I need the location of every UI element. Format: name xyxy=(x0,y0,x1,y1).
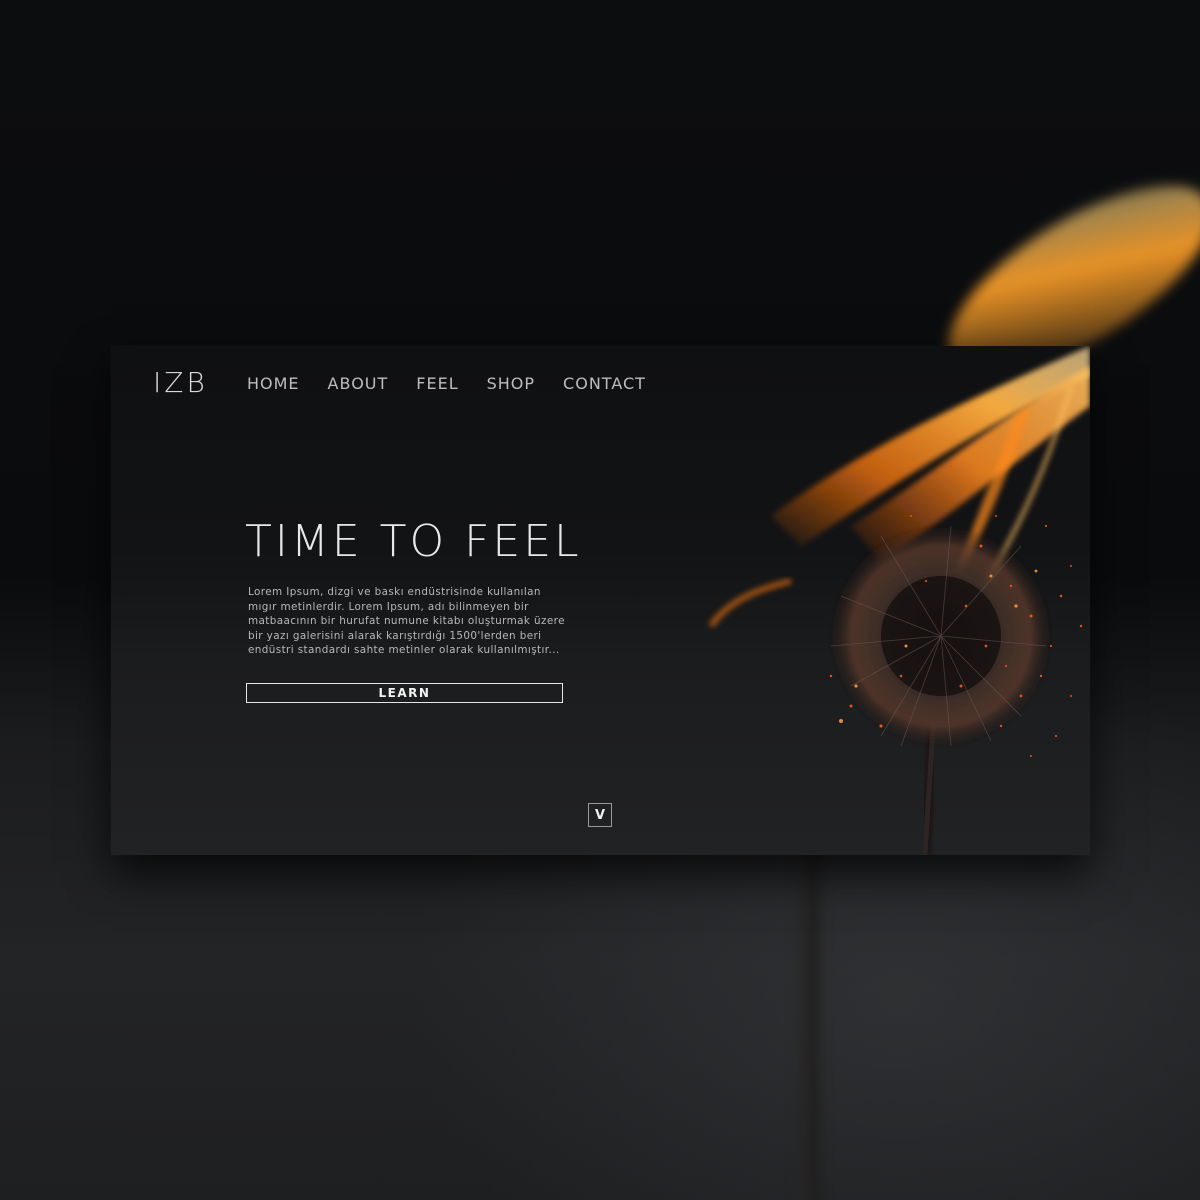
hero-card: IZB HOME ABOUT FEEL SHOP CONTACT TIME TO… xyxy=(111,346,1090,855)
nav-item-shop[interactable]: SHOP xyxy=(487,374,535,393)
hero-description: Lorem Ipsum, dizgi ve baskı endüstrisind… xyxy=(248,586,565,657)
learn-button[interactable]: LEARN xyxy=(246,683,563,703)
logo[interactable]: IZB xyxy=(153,366,208,399)
nav-item-about[interactable]: ABOUT xyxy=(328,374,389,393)
dandelion-fire-image xyxy=(708,346,1090,855)
main-nav: HOME ABOUT FEEL SHOP CONTACT xyxy=(247,374,674,393)
nav-item-home[interactable]: HOME xyxy=(247,374,300,393)
hero-title: TIME TO FEEL xyxy=(245,516,582,567)
nav-item-contact[interactable]: CONTACT xyxy=(563,374,646,393)
nav-item-feel[interactable]: FEEL xyxy=(416,374,458,393)
scroll-down-button[interactable]: V xyxy=(588,803,612,827)
chevron-down-icon: V xyxy=(594,807,606,823)
